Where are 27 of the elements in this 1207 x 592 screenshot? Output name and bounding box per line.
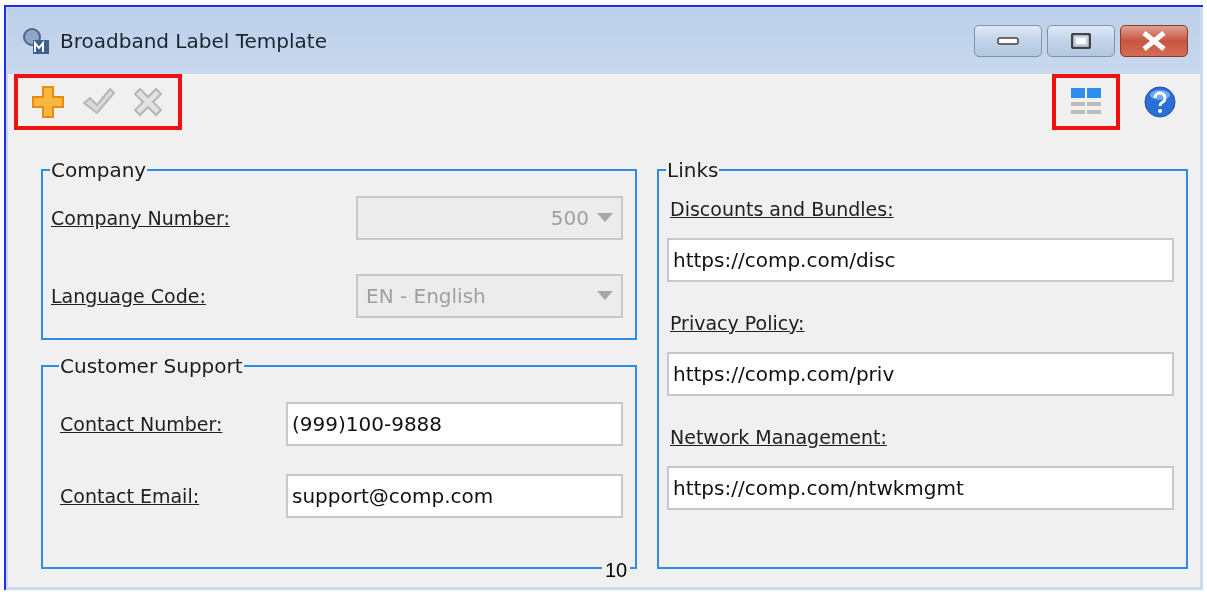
field-label: Discounts and Bundles: bbox=[670, 198, 895, 220]
close-icon bbox=[1142, 31, 1166, 51]
field-label: Privacy Policy: bbox=[670, 312, 806, 334]
field-label: Company Number: bbox=[51, 207, 231, 229]
maximize-button[interactable] bbox=[1047, 25, 1115, 57]
url-input-field[interactable]: https://comp.com/disc bbox=[667, 238, 1174, 282]
group-title: Links bbox=[666, 158, 720, 182]
group-title: Customer Support bbox=[59, 354, 244, 378]
url-input-field[interactable]: https://comp.com/ntwkmgmt bbox=[667, 466, 1174, 510]
group-title: Company bbox=[50, 158, 148, 182]
input-field[interactable]: support@comp.com bbox=[286, 474, 623, 518]
close-icon bbox=[132, 86, 164, 118]
field-label: Language Code: bbox=[51, 285, 207, 307]
field-label: Contact Email: bbox=[60, 485, 201, 507]
minimize-button[interactable] bbox=[974, 25, 1042, 57]
minimize-icon bbox=[997, 37, 1019, 45]
maximize-icon bbox=[1071, 33, 1091, 49]
window-title: Broadband Label Template bbox=[60, 29, 328, 53]
help-icon bbox=[1144, 86, 1176, 118]
field-label: Contact Number: bbox=[60, 413, 224, 435]
grid-layout-icon bbox=[1070, 87, 1102, 117]
app-logo-icon bbox=[22, 27, 50, 55]
field-label: Network Management: bbox=[670, 426, 888, 448]
input-field[interactable]: (999)100-9888 bbox=[286, 402, 623, 446]
close-button[interactable] bbox=[1120, 25, 1188, 57]
plus-icon bbox=[31, 85, 65, 119]
url-input-field[interactable]: https://comp.com/priv bbox=[667, 352, 1174, 396]
